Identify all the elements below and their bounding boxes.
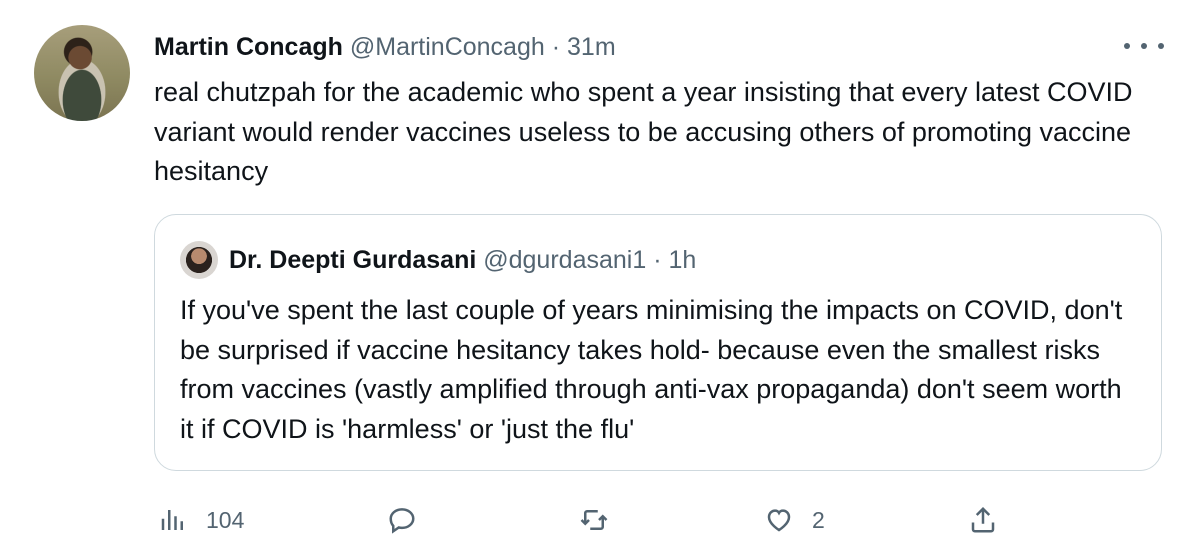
quoted-avatar (180, 241, 218, 279)
tweet-text: real chutzpah for the academic who spent… (154, 77, 1133, 186)
author-name[interactable]: Martin Concagh (154, 33, 343, 61)
author-handle[interactable]: @MartinConcagh (350, 33, 545, 61)
share-button[interactable] (968, 492, 998, 548)
quoted-text: If you've spent the last couple of years… (180, 295, 1123, 444)
tweet-time[interactable]: 31m (567, 33, 616, 61)
more-options-icon[interactable] (1124, 34, 1164, 58)
analytics-icon (161, 510, 183, 530)
tweet-header: Martin Concagh @MartinConcagh · 31m (154, 31, 616, 63)
like-count: 2 (812, 506, 825, 533)
dot (1158, 43, 1164, 49)
views-count: 104 (206, 506, 245, 533)
dot (1124, 43, 1130, 49)
share-icon (971, 506, 995, 533)
dot (1141, 43, 1147, 49)
like-button[interactable]: 2 (764, 492, 825, 548)
separator: · (551, 33, 561, 61)
action-bar: 104 2 (0, 492, 1192, 548)
retweet-button[interactable] (579, 492, 609, 548)
views-button[interactable]: 104 (158, 492, 244, 548)
reply-button[interactable] (387, 492, 417, 548)
quoted-time: 1h (668, 246, 697, 274)
quoted-tweet[interactable]: Dr. Deepti Gurdasani @dgurdasani1 · 1h I… (154, 214, 1162, 471)
quoted-separator: · (653, 246, 662, 274)
quoted-author-handle: @dgurdasani1 (483, 246, 647, 274)
avatar[interactable] (34, 25, 130, 121)
reply-icon (389, 508, 415, 534)
quoted-header: Dr. Deepti Gurdasani @dgurdasani1 · 1h (229, 243, 696, 277)
retweet-icon (580, 510, 608, 530)
heart-icon (767, 509, 791, 532)
quoted-author-name: Dr. Deepti Gurdasani (229, 246, 477, 274)
